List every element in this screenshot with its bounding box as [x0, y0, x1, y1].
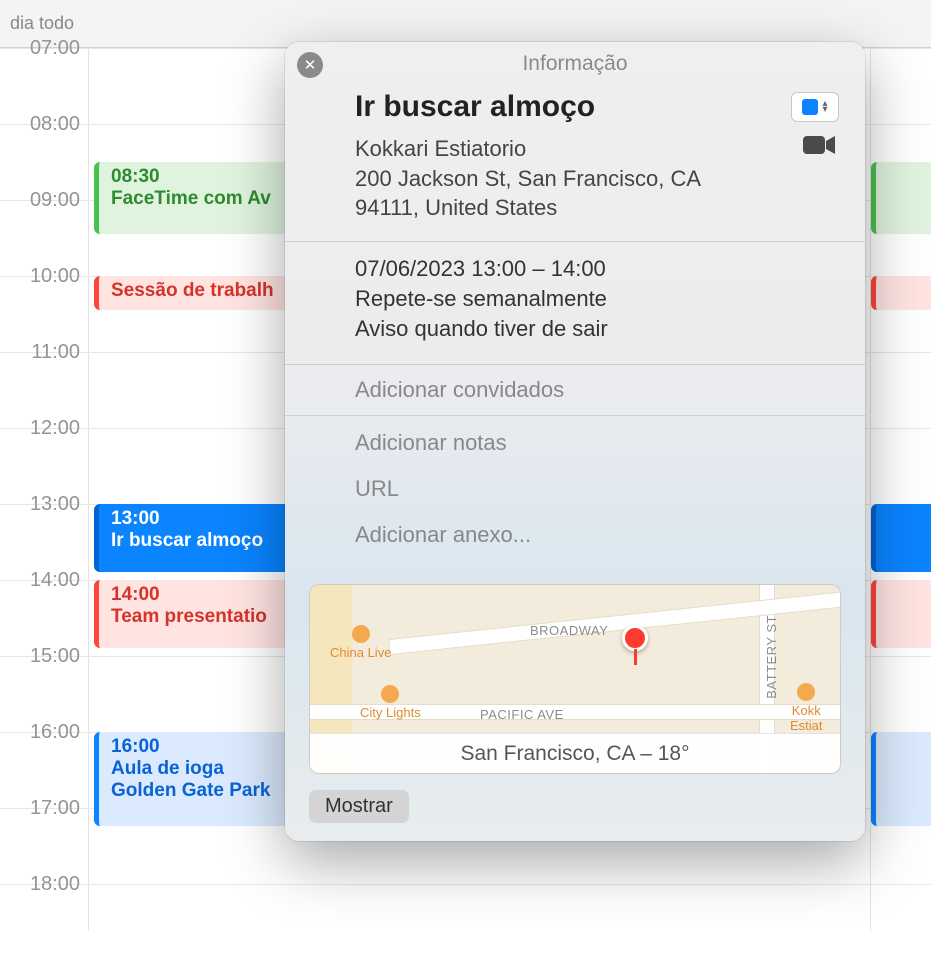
event-datetime: 07/06/2023 13:00 – 14:00	[355, 256, 835, 282]
calendar-event[interactable]: 08:30FaceTime com Av	[94, 162, 294, 234]
calendar-event-stub[interactable]	[871, 732, 931, 826]
hour-label: 08:00	[18, 113, 80, 136]
event-time: 13:00	[111, 508, 284, 530]
event-time: 08:30	[111, 166, 284, 188]
hour-label: 14:00	[18, 569, 80, 592]
map-poi: China Live	[330, 625, 391, 660]
notes-section: Adicionar notas URL Adicionar anexo...	[285, 416, 865, 566]
event-location[interactable]: Kokkari Estiatorio 200 Jackson St, San F…	[355, 134, 835, 223]
location-addr-line2: 94111, United States	[355, 193, 835, 223]
popover-header: Informação	[285, 42, 865, 76]
invitees-section[interactable]: Adicionar convidados	[285, 365, 865, 416]
map-preview[interactable]: BROADWAY PACIFIC AVE BATTERY ST China Li…	[309, 584, 841, 774]
close-button[interactable]: ✕	[297, 52, 323, 78]
poi-icon	[797, 683, 815, 701]
hour-label: 12:00	[18, 417, 80, 440]
hour-label: 10:00	[18, 265, 80, 288]
event-title-text: FaceTime com Av	[111, 188, 284, 210]
close-icon: ✕	[304, 56, 317, 74]
calendar-event[interactable]: 13:00Ir buscar almoço	[94, 504, 294, 572]
poi-label: City Lights	[360, 705, 421, 720]
event-time: 16:00	[111, 736, 284, 758]
time-section[interactable]: 07/06/2023 13:00 – 14:00 Repete-se seman…	[285, 242, 865, 365]
calendar-event[interactable]: 14:00Team presentatio	[94, 580, 294, 648]
hour-label: 18:00	[18, 873, 80, 896]
map-pin-icon	[620, 625, 650, 667]
hour-label: 13:00	[18, 493, 80, 516]
video-icon	[803, 134, 835, 156]
event-repeat: Repete-se semanalmente	[355, 286, 835, 312]
poi-label: KokkEstiat	[790, 703, 823, 733]
allday-label: dia todo	[10, 13, 74, 34]
hour-label: 07:00	[18, 37, 80, 60]
hour-label: 16:00	[18, 721, 80, 744]
add-notes[interactable]: Adicionar notas	[355, 430, 507, 455]
hour-label: 09:00	[18, 189, 80, 212]
hour-label: 17:00	[18, 797, 80, 820]
calendar-picker[interactable]: ▴▾	[791, 92, 839, 122]
location-addr-line1: 200 Jackson St, San Francisco, CA	[355, 164, 835, 194]
map-weather-footer: San Francisco, CA – 18°	[310, 733, 840, 773]
poi-label: China Live	[330, 645, 391, 660]
road-label-broadway: BROADWAY	[530, 623, 608, 638]
event-title-text: Sessão de trabalh	[111, 280, 284, 302]
event-title-text: Ir buscar almoço	[111, 530, 284, 552]
road-label-pacific: PACIFIC AVE	[480, 707, 564, 722]
calendar-event-stub[interactable]	[871, 276, 931, 310]
title-section: Ir buscar almoço ▴▾ Kokkari Estiatorio 2…	[285, 76, 865, 242]
event-info-popover: ✕ Informação Ir buscar almoço ▴▾ Kokkari…	[285, 42, 865, 841]
poi-icon	[381, 685, 399, 703]
chevron-updown-icon: ▴▾	[822, 101, 827, 113]
add-url[interactable]: URL	[355, 476, 399, 501]
allday-row: dia todo	[0, 0, 931, 48]
event-title-text: Aula de ioga	[111, 758, 284, 780]
road-label-battery: BATTERY ST	[764, 615, 779, 699]
hour-label: 11:00	[18, 341, 80, 364]
map-poi: City Lights	[360, 685, 421, 720]
add-invitees[interactable]: Adicionar convidados	[355, 377, 564, 402]
show-button[interactable]: Mostrar	[309, 790, 409, 823]
calendar-event-stub[interactable]	[871, 580, 931, 648]
map-poi: KokkEstiat	[790, 683, 823, 733]
location-name: Kokkari Estiatorio	[355, 134, 835, 164]
video-call-button[interactable]	[803, 134, 835, 156]
calendar-event[interactable]: Sessão de trabalh	[94, 276, 294, 310]
event-alert: Aviso quando tiver de sair	[355, 316, 835, 342]
hour-row: 18:00	[0, 884, 931, 960]
event-time: 14:00	[111, 584, 284, 606]
event-title-text: Team presentatio	[111, 606, 284, 628]
event-subtitle: Golden Gate Park	[111, 780, 284, 802]
poi-icon	[352, 625, 370, 643]
calendar-event[interactable]: 16:00Aula de iogaGolden Gate Park	[94, 732, 294, 826]
calendar-event-stub[interactable]	[871, 162, 931, 234]
hour-label: 15:00	[18, 645, 80, 668]
add-attachment[interactable]: Adicionar anexo...	[355, 522, 531, 547]
calendar-color-swatch	[802, 99, 818, 115]
event-title[interactable]: Ir buscar almoço	[355, 90, 835, 124]
calendar-event-stub[interactable]	[871, 504, 931, 572]
